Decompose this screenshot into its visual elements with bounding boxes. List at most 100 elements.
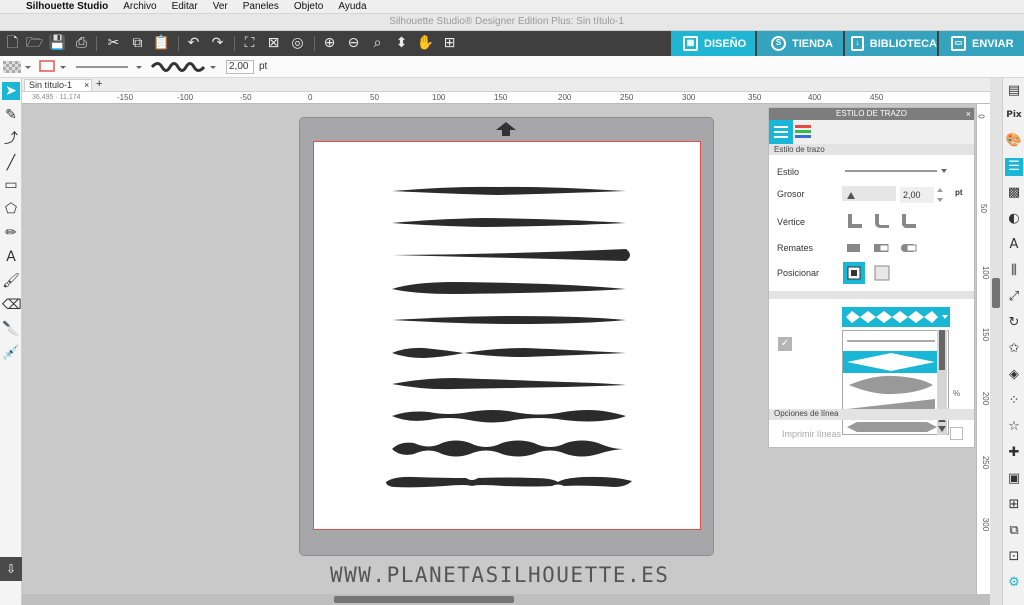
- fill-color-icon[interactable]: 🎨: [1005, 132, 1023, 150]
- horizontal-scroll-thumb[interactable]: [334, 596, 514, 603]
- menu-app[interactable]: Silhouette Studio: [26, 1, 108, 12]
- sketch-style-list-scroll-thumb[interactable]: [939, 330, 945, 370]
- add-document-icon[interactable]: +: [96, 78, 102, 91]
- vertical-scroll-thumb[interactable]: [992, 278, 1000, 308]
- modify-icon[interactable]: ✚: [1005, 444, 1023, 462]
- menu-editar[interactable]: Editar: [172, 1, 198, 12]
- redo-icon[interactable]: ↷: [208, 34, 227, 53]
- paste-icon[interactable]: 📋: [152, 34, 171, 53]
- window-title: Silhouette Studio® Designer Edition Plus…: [389, 16, 624, 27]
- deselect-icon[interactable]: ⊠: [264, 34, 283, 53]
- trace-icon[interactable]: ⁘: [1005, 392, 1023, 410]
- cut-icon[interactable]: ✂: [104, 34, 123, 53]
- close-document-icon[interactable]: ×: [84, 80, 89, 91]
- tab-store[interactable]: S TIENDA: [757, 31, 843, 56]
- transparency-icon[interactable]: ◐: [1005, 210, 1023, 228]
- grid-settings-icon[interactable]: ⊡: [1005, 548, 1023, 566]
- properties-bar: 2,00 pt: [0, 56, 1024, 78]
- library-panel-icon[interactable]: ▤: [1005, 82, 1023, 100]
- pixscan-icon[interactable]: Pix: [1005, 106, 1023, 124]
- panel-close-icon[interactable]: ×: [966, 108, 971, 120]
- ruler-tick-label: 250: [981, 455, 990, 470]
- menu-ayuda[interactable]: Ayuda: [338, 1, 366, 12]
- tab-library[interactable]: ↓ BIBLIOTECA: [845, 31, 937, 56]
- fill-pattern-swatch: [3, 61, 21, 73]
- panel-header[interactable]: ESTILO DE TRAZO ×: [769, 108, 974, 120]
- line-icon[interactable]: ╱: [2, 154, 20, 172]
- new-file-icon[interactable]: 🗋: [3, 34, 22, 53]
- save-icon[interactable]: 💾: [48, 34, 67, 53]
- download-library-icon: ↓: [851, 36, 864, 51]
- sketch-style-dropdown[interactable]: [842, 307, 950, 327]
- zoom-select-icon[interactable]: ⌕: [368, 34, 387, 53]
- copy-icon[interactable]: ⧉: [128, 34, 147, 53]
- mac-menubar: Silhouette Studio Archivo Editar Ver Pan…: [0, 0, 1024, 14]
- vertex-bevel-icon: [902, 214, 916, 228]
- print-icon[interactable]: ⎙: [72, 34, 91, 53]
- open-folder-icon[interactable]: 🗁: [25, 34, 44, 53]
- fit-page-icon[interactable]: ⊞: [440, 34, 459, 53]
- nest-icon[interactable]: ⊞: [1005, 496, 1023, 514]
- horizontal-scrollbar[interactable]: [22, 594, 990, 605]
- toolbar-divider: [234, 36, 235, 51]
- import-download-icon[interactable]: ⇩: [0, 557, 22, 581]
- menu-archivo[interactable]: Archivo: [123, 1, 156, 12]
- rectangle-icon[interactable]: ▭: [2, 176, 20, 194]
- sketch-style-checkbox[interactable]: ✓: [778, 337, 792, 351]
- vertex-label: Vértice: [777, 217, 806, 227]
- polygon-icon[interactable]: ⬠: [2, 200, 20, 218]
- pencil-icon[interactable]: ✏: [2, 224, 20, 242]
- text-icon[interactable]: A: [2, 248, 20, 266]
- offset-icon[interactable]: ◈: [1005, 366, 1023, 384]
- menu-paneles[interactable]: Paneles: [243, 1, 279, 12]
- design-page[interactable]: [313, 141, 701, 530]
- thickness-stepper-icon[interactable]: [936, 186, 944, 204]
- toolbar-divider: [178, 36, 179, 51]
- thickness-value-field[interactable]: 2,00: [900, 187, 934, 203]
- position-options: [843, 262, 890, 284]
- eraser-icon[interactable]: ⌫: [2, 296, 22, 314]
- select-by-color-icon[interactable]: ◎: [288, 34, 307, 53]
- zoom-out-icon[interactable]: ⊖: [344, 34, 363, 53]
- line-color-swatch: [39, 60, 55, 72]
- position-label: Posicionar: [777, 268, 820, 278]
- paint-icon[interactable]: 🖌: [2, 272, 20, 290]
- line-thickness-input[interactable]: 2,00: [226, 60, 254, 74]
- tab-design[interactable]: ▦ DISEÑO: [671, 31, 755, 56]
- line-color-tab-icon[interactable]: [795, 125, 811, 139]
- edit-points-icon[interactable]: ✎: [2, 106, 20, 124]
- vertical-scrollbar[interactable]: [990, 78, 1002, 605]
- select-pointer-icon[interactable]: ➤: [2, 82, 20, 100]
- pan-hand-icon[interactable]: ✋: [416, 34, 435, 53]
- stroke-sample-3: [392, 249, 630, 261]
- settings-gear-icon[interactable]: ⚙: [1005, 574, 1023, 592]
- thickness-slider-knob[interactable]: [847, 192, 855, 199]
- replicate-icon[interactable]: ☆: [1005, 418, 1023, 436]
- print-lines-checkbox[interactable]: [950, 427, 963, 440]
- menu-ver[interactable]: Ver: [213, 1, 228, 12]
- stroke-sample-6: [392, 347, 626, 358]
- stroke-sample-7: [392, 378, 626, 390]
- style-dropdown[interactable]: [845, 166, 949, 176]
- tab-send[interactable]: ▭ ENVIAR: [939, 31, 1024, 56]
- tab-line-style[interactable]: [769, 120, 793, 144]
- section-stroke-style: Estilo de trazo: [769, 144, 974, 155]
- scale-icon[interactable]: ⤢: [1005, 288, 1023, 306]
- weld-icon[interactable]: ▣: [1005, 470, 1023, 488]
- align-icon[interactable]: ⫼: [1005, 262, 1023, 280]
- pattern-icon[interactable]: ▩: [1005, 184, 1023, 202]
- layers-icon[interactable]: ⧉: [1005, 522, 1023, 540]
- select-all-icon[interactable]: ⛶: [240, 34, 259, 53]
- zoom-in-icon[interactable]: ⊕: [320, 34, 339, 53]
- knife-icon[interactable]: 🔪: [2, 320, 20, 338]
- move-down-icon[interactable]: ⬍: [392, 34, 411, 53]
- eyedropper-icon[interactable]: 💉: [2, 344, 20, 362]
- menu-objeto[interactable]: Objeto: [294, 1, 323, 12]
- line-style-panel-icon[interactable]: ☰: [1005, 158, 1023, 176]
- curve-icon[interactable]: ⤴: [2, 130, 20, 148]
- text-style-icon[interactable]: A: [1005, 236, 1023, 254]
- tab-document[interactable]: Sin título-1 ×: [24, 79, 92, 92]
- star-effect-icon[interactable]: ✩: [1005, 340, 1023, 358]
- undo-icon[interactable]: ↶: [184, 34, 203, 53]
- rotate-icon[interactable]: ↻: [1005, 314, 1023, 332]
